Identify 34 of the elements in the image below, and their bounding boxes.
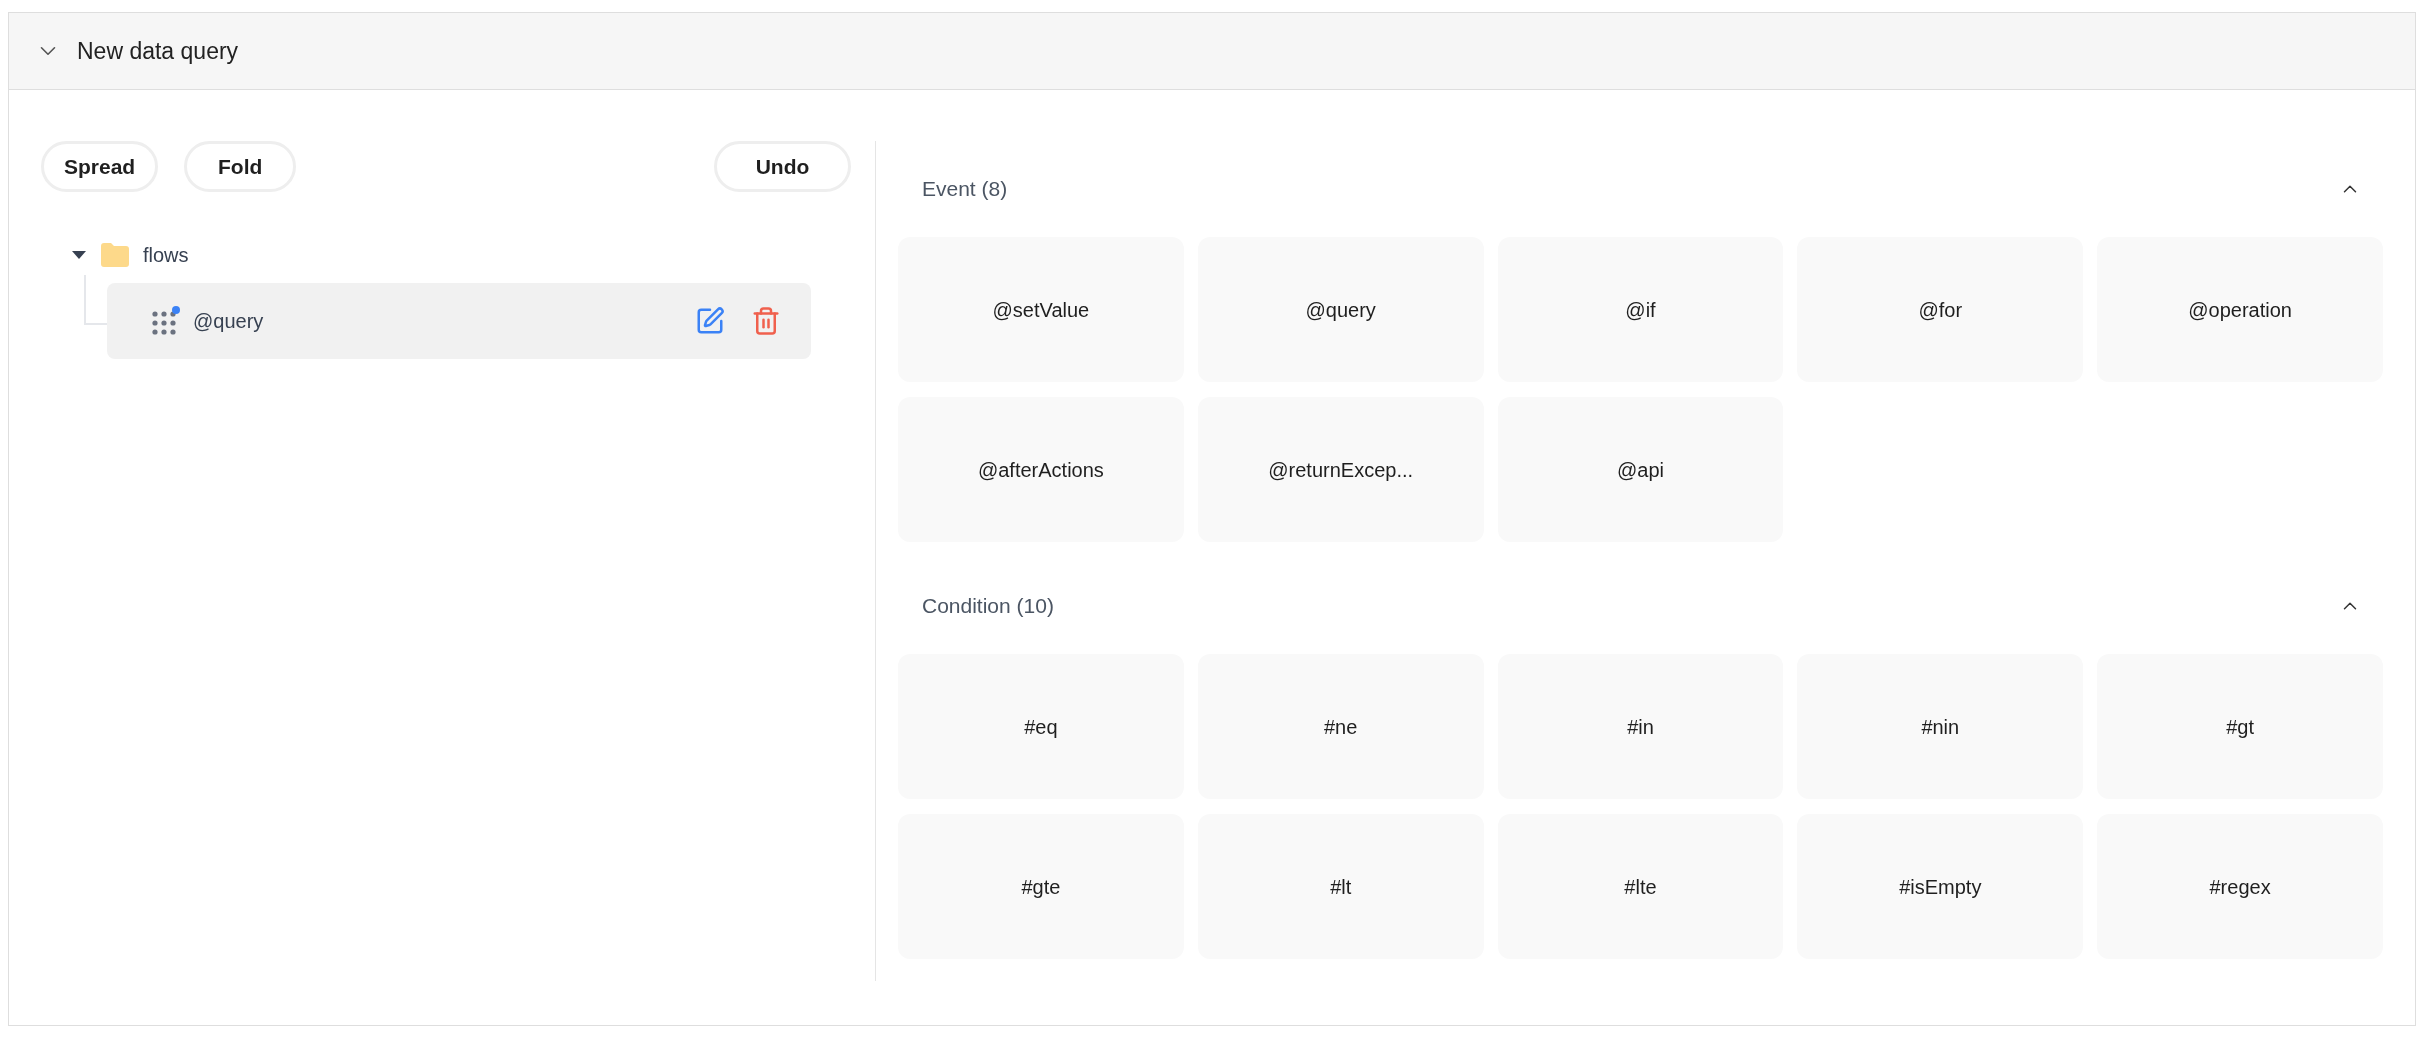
- section-title: Condition (10): [922, 593, 1055, 620]
- block-card[interactable]: @setValue: [898, 237, 1184, 382]
- block-card[interactable]: #gte: [898, 814, 1184, 959]
- block-card[interactable]: @operation: [2097, 237, 2383, 382]
- tree-folder-row[interactable]: flows: [41, 227, 811, 283]
- block-card[interactable]: @afterActions: [898, 397, 1184, 542]
- tree-label: flows: [143, 243, 189, 268]
- drag-handle-icon[interactable]: [151, 306, 181, 336]
- section-title: Event (8): [922, 176, 1009, 203]
- folder-icon: [99, 242, 131, 268]
- delete-icon[interactable]: [751, 306, 781, 336]
- toolbar-button[interactable]: Spread: [41, 141, 159, 192]
- block-card[interactable]: @if: [1497, 237, 1784, 382]
- block-card[interactable]: @api: [1497, 397, 1784, 542]
- block-card[interactable]: #nin: [1797, 654, 2084, 799]
- block-card[interactable]: #ne: [1197, 654, 1484, 799]
- tree-label: @query: [193, 309, 265, 334]
- toolbar-button[interactable]: Fold: [184, 141, 297, 192]
- caret-down-icon[interactable]: [71, 250, 87, 260]
- undo-button[interactable]: Undo: [714, 141, 851, 192]
- block-card[interactable]: @query: [1197, 237, 1484, 382]
- block-card[interactable]: #in: [1497, 654, 1784, 799]
- block-card[interactable]: #isEmpty: [1797, 814, 2084, 959]
- block-card[interactable]: #lte: [1497, 814, 1784, 959]
- tree-node-row[interactable]: @query: [107, 283, 811, 359]
- block-card[interactable]: @returnExcep...: [1197, 397, 1484, 542]
- panel-header[interactable]: New data query: [9, 13, 2415, 90]
- block-card[interactable]: #eq: [898, 654, 1184, 799]
- panel-title: New data query: [77, 36, 239, 66]
- block-card[interactable]: #regex: [2097, 814, 2383, 959]
- block-card[interactable]: #gt: [2097, 654, 2383, 799]
- edit-icon[interactable]: [695, 306, 725, 336]
- block-card[interactable]: @for: [1797, 237, 2084, 382]
- block-card[interactable]: #lt: [1197, 814, 1484, 959]
